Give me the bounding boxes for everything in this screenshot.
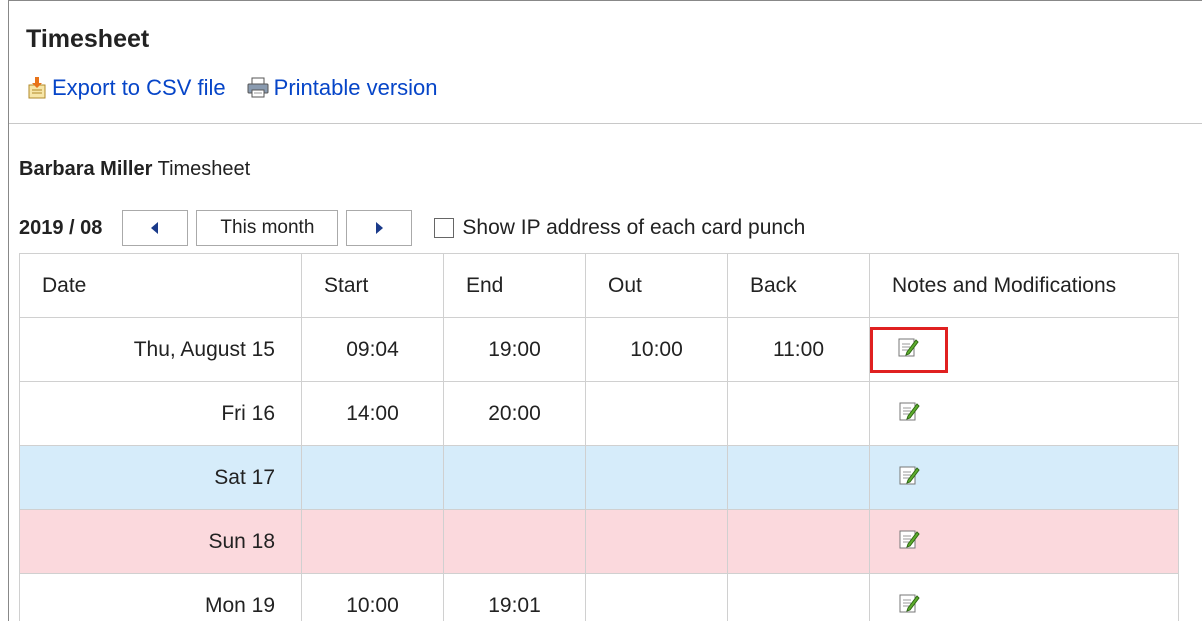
end-cell: 19:00 [443, 317, 586, 382]
timesheet-table: Date Start End Out Back Notes and Modifi… [19, 253, 1179, 621]
user-timesheet-heading: Barbara Miller Timesheet [19, 158, 250, 181]
edit-note-icon[interactable] [898, 400, 920, 428]
table-row: Thu, August 15 09:04 19:00 10:00 11:00 [19, 317, 1179, 382]
month-navigation: 2019 / 08 This month Show IP address of … [19, 210, 805, 246]
edit-note-icon[interactable] [898, 528, 920, 556]
start-cell [301, 445, 444, 510]
start-cell: 10:00 [301, 573, 444, 621]
column-header-end: End [443, 253, 586, 318]
column-header-out: Out [585, 253, 728, 318]
user-name: Barbara Miller [19, 158, 153, 180]
edit-note-icon[interactable] [897, 336, 919, 364]
out-cell [585, 445, 728, 510]
back-cell [727, 445, 870, 510]
show-ip-option[interactable]: Show IP address of each card punch [434, 216, 805, 240]
next-month-button[interactable] [346, 210, 413, 246]
table-row: Mon 19 10:00 19:01 [19, 573, 1179, 621]
date-cell: Mon 19 [19, 573, 302, 621]
printable-version-link[interactable]: Printable version [246, 75, 438, 101]
date-cell: Sat 17 [19, 445, 302, 510]
edit-note-icon[interactable] [898, 592, 920, 620]
out-cell [585, 381, 728, 446]
action-bar: Export to CSV file Printable version [26, 75, 458, 101]
notes-cell [869, 573, 1179, 621]
back-cell [727, 381, 870, 446]
previous-month-button[interactable] [122, 210, 189, 246]
table-row: Fri 16 14:00 20:00 [19, 381, 1179, 446]
edit-note-icon[interactable] [898, 464, 920, 492]
current-month: 2019 / 08 [19, 216, 103, 239]
printable-version-label: Printable version [273, 75, 438, 100]
end-cell: 20:00 [443, 381, 586, 446]
show-ip-label: Show IP address of each card punch [462, 216, 806, 239]
highlight-box [870, 326, 948, 373]
start-cell [301, 509, 444, 574]
column-header-notes: Notes and Modifications [869, 253, 1179, 318]
this-month-button[interactable]: This month [196, 210, 339, 246]
date-cell: Sun 18 [19, 509, 302, 574]
out-cell: 10:00 [585, 317, 728, 382]
export-icon [28, 77, 46, 99]
out-cell [585, 573, 728, 621]
chevron-right-icon [376, 222, 384, 234]
start-cell: 09:04 [301, 317, 444, 382]
show-ip-checkbox[interactable] [434, 218, 455, 238]
out-cell [585, 509, 728, 574]
table-header-row: Date Start End Out Back Notes and Modifi… [19, 253, 1179, 318]
back-cell [727, 573, 870, 621]
column-header-date: Date [19, 253, 302, 318]
back-cell: 11:00 [727, 317, 870, 382]
end-cell [443, 509, 586, 574]
user-heading-suffix: Timesheet [157, 158, 251, 180]
printer-icon [247, 77, 269, 98]
page-title: Timesheet [26, 25, 150, 53]
table-row: Sun 18 [19, 509, 1179, 574]
back-cell [727, 509, 870, 574]
export-csv-label: Export to CSV file [52, 75, 226, 100]
table-row: Sat 17 [19, 445, 1179, 510]
divider [9, 123, 1202, 124]
notes-cell [869, 381, 1179, 446]
notes-cell [869, 509, 1179, 574]
column-header-back: Back [727, 253, 870, 318]
date-cell: Fri 16 [19, 381, 302, 446]
column-header-start: Start [301, 253, 444, 318]
end-cell [443, 445, 586, 510]
chevron-left-icon [151, 222, 159, 234]
export-csv-link[interactable]: Export to CSV file [26, 75, 226, 101]
end-cell: 19:01 [443, 573, 586, 621]
notes-cell [869, 317, 1179, 382]
start-cell: 14:00 [301, 381, 444, 446]
date-cell: Thu, August 15 [19, 317, 302, 382]
notes-cell [869, 445, 1179, 510]
